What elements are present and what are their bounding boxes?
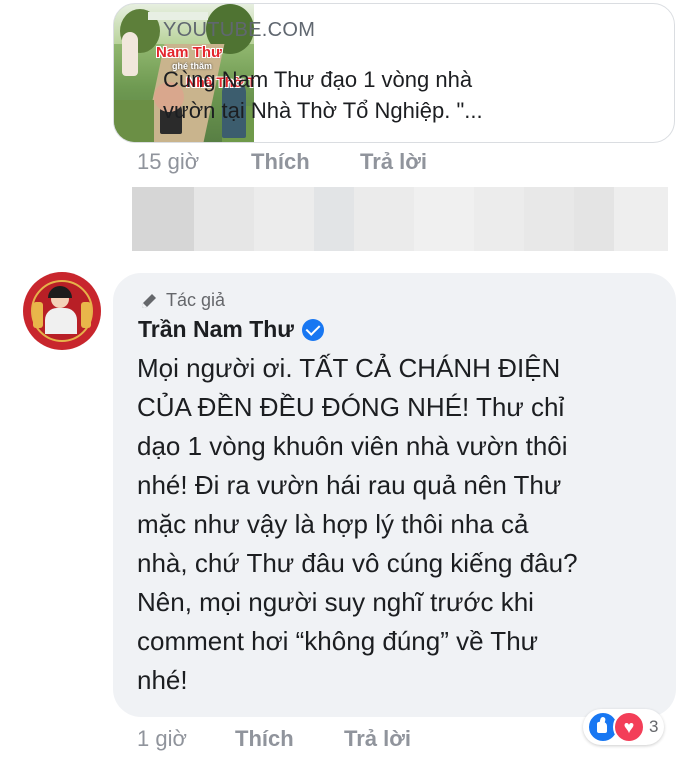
comment-line: Mọi người ơi. TẤT CẢ CHÁNH ĐIỆN xyxy=(137,353,561,383)
blurred-block xyxy=(194,187,254,251)
love-icon xyxy=(613,711,645,743)
blurred-block xyxy=(254,187,314,251)
comment-text: Mọi người ơi. TẤT CẢ CHÁNH ĐIỆN CỦA ĐỀN … xyxy=(137,349,667,700)
pencil-icon xyxy=(142,293,156,308)
link-title[interactable]: Cùng Nam Thư đạo 1 vòng nhà vườn tại Nhà… xyxy=(163,64,548,126)
blurred-block xyxy=(132,187,194,251)
comment-line: nhé! Đi ra vườn hái rau quả nên Thư xyxy=(137,470,562,500)
like-button[interactable]: Thích xyxy=(251,149,310,175)
comment-timestamp[interactable]: 15 giờ xyxy=(137,149,199,175)
author-badge-label: Tác giả xyxy=(166,290,226,310)
author-avatar[interactable] xyxy=(23,272,101,350)
blurred-block xyxy=(414,187,474,251)
blurred-block xyxy=(354,187,414,251)
author-name-text[interactable]: Trần Nam Thư xyxy=(138,316,294,343)
comment-line: nhà, chứ Thư đâu vô cúng kiếng đâu? xyxy=(137,548,578,578)
comment-timestamp[interactable]: 1 giờ xyxy=(137,726,187,752)
blurred-block xyxy=(524,187,574,251)
author-name[interactable]: Trần Nam Thư xyxy=(138,316,324,343)
comment-line: dạo 1 vòng khuôn viên nhà vườn thôi xyxy=(137,431,568,461)
thumbnail-title-line-1: Nam Thư xyxy=(156,44,222,61)
blurred-block xyxy=(474,187,524,251)
like-button[interactable]: Thích xyxy=(235,726,294,752)
comment-line: nhé! xyxy=(137,665,188,695)
link-title-line: Cùng Nam Thư đạo 1 vòng nhà xyxy=(163,67,473,92)
comment-line: comment hơi “không đúng” về Thư xyxy=(137,626,539,656)
comment-line: CỦA ĐỀN ĐỀU ĐÓNG NHÉ! Thư chỉ xyxy=(137,392,565,422)
link-domain: YOUTUBE.COM xyxy=(163,19,316,41)
reply-button[interactable]: Trả lời xyxy=(344,726,411,752)
author-badge: Tác giả xyxy=(139,290,225,311)
reply-button[interactable]: Trả lời xyxy=(360,149,427,175)
verified-badge-icon xyxy=(301,318,324,341)
blurred-block xyxy=(614,187,668,251)
comment-line: Nên, mọi người suy nghĩ trước khi xyxy=(137,587,534,617)
comment-line: mặc như vậy là hợp lý thôi nha cả xyxy=(137,509,529,539)
reactions-summary[interactable]: 3 xyxy=(583,709,665,745)
blurred-block xyxy=(314,187,354,251)
link-title-line: vườn tại Nhà Thờ Tổ Nghiệp. "... xyxy=(163,98,483,123)
blurred-block xyxy=(574,187,614,251)
blurred-reply-preview xyxy=(132,187,668,251)
reaction-count: 3 xyxy=(649,717,659,736)
